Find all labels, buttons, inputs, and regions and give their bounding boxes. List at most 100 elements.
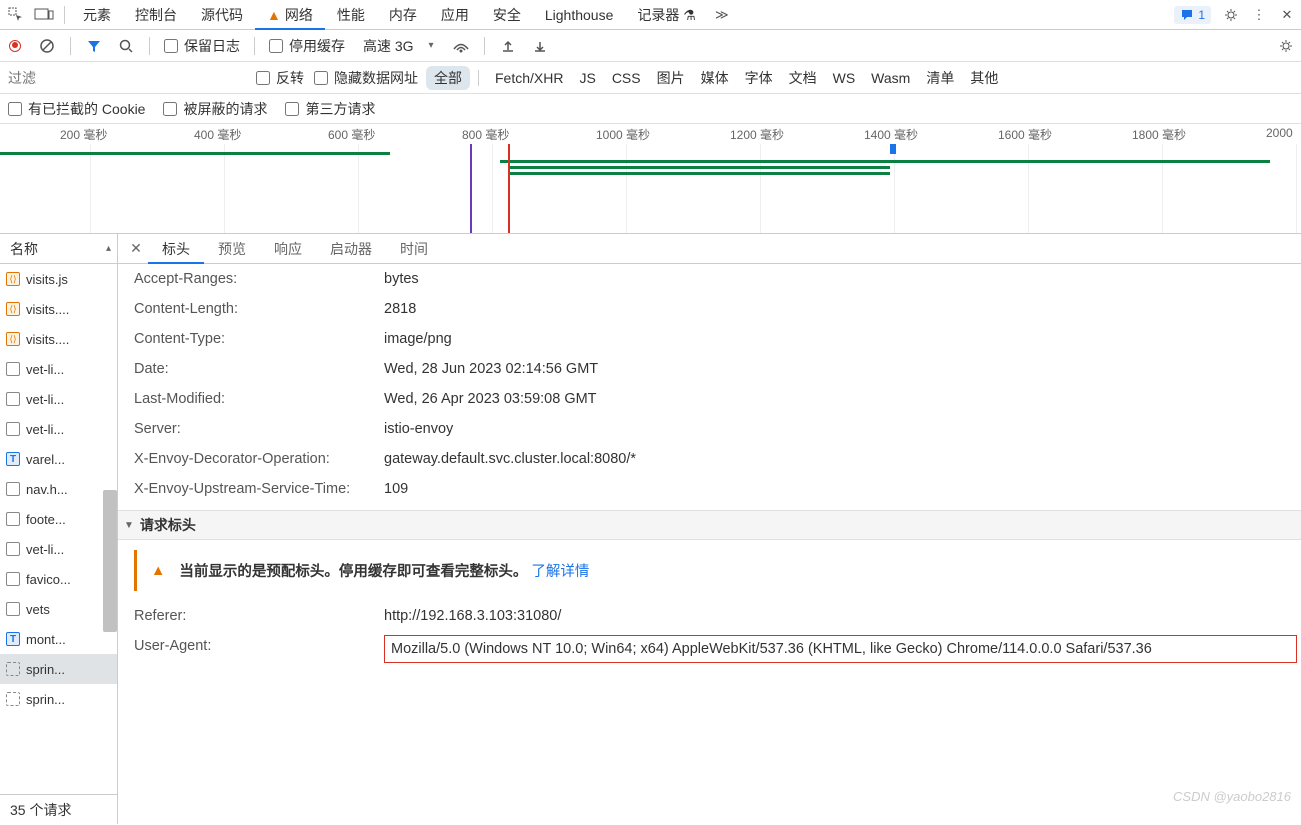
request-name: visits.... [26,302,69,317]
type-media[interactable]: 媒体 [693,66,737,90]
blocked-requests-checkbox[interactable]: 被屏蔽的请求 [163,99,267,119]
type-manifest[interactable]: 清单 [918,66,962,90]
request-list-body[interactable]: visits.jsvisits....visits....vet-li...ve… [0,264,117,794]
request-headers-section[interactable]: 请求标头 [118,510,1301,540]
type-img[interactable]: 图片 [649,66,693,90]
close-devtools-icon[interactable]: ✕ [1273,1,1301,29]
request-row[interactable]: sprin... [0,654,117,684]
tab-elements[interactable]: 元素 [71,0,123,30]
tab-console[interactable]: 控制台 [123,0,189,30]
tab-response[interactable]: 响应 [260,234,316,264]
timeline-tick: 600 毫秒 [328,126,375,143]
request-row[interactable]: sprin... [0,684,117,714]
network-conditions-icon[interactable] [452,37,470,55]
request-name: vet-li... [26,542,64,557]
request-row[interactable]: visits.... [0,294,117,324]
request-row[interactable]: favico... [0,564,117,594]
close-detail-icon[interactable]: ✕ [124,240,148,257]
download-har-icon[interactable] [531,37,549,55]
header-key: Accept-Ranges: [134,268,384,290]
tab-initiator[interactable]: 启动器 [316,234,386,264]
type-all[interactable]: 全部 [426,66,470,90]
settings-icon[interactable] [1217,1,1245,29]
tab-lighthouse[interactable]: Lighthouse [533,0,626,30]
request-row[interactable]: vet-li... [0,354,117,384]
request-row[interactable]: visits.... [0,324,117,354]
request-name: vet-li... [26,392,64,407]
request-name: favico... [26,572,71,587]
network-timeline[interactable]: 200 毫秒400 毫秒600 毫秒800 毫秒1000 毫秒1200 毫秒14… [0,124,1301,234]
name-column-header[interactable]: 名称 [0,234,117,264]
console-messages-badge[interactable]: 1 [1174,6,1211,24]
request-name: sprin... [26,692,65,707]
request-name: nav.h... [26,482,68,497]
disable-cache-checkbox[interactable]: 停用缓存 [269,36,345,56]
invert-checkbox[interactable]: 反转 [256,68,304,88]
search-icon[interactable] [117,37,135,55]
type-css[interactable]: CSS [604,68,649,88]
blocked-cookies-checkbox[interactable]: 有已拦截的 Cookie [8,99,145,119]
request-name: vet-li... [26,422,64,437]
request-count-footer: 35 个请求 [0,794,117,824]
header-row: X-Envoy-Upstream-Service-Time:109 [118,474,1301,504]
scrollbar-thumb[interactable] [103,490,117,632]
detail-body[interactable]: Accept-Ranges:bytesContent-Length:2818Co… [118,264,1301,824]
header-row: Accept-Ranges:bytes [118,264,1301,294]
device-toggle-icon[interactable] [30,1,58,29]
header-key: Content-Type: [134,328,384,350]
request-row[interactable]: vet-li... [0,384,117,414]
type-wasm[interactable]: Wasm [863,68,918,88]
tab-recorder[interactable]: 记录器 ⚗ [625,0,707,30]
record-button[interactable] [6,37,24,55]
request-row[interactable]: vets [0,594,117,624]
type-fetch[interactable]: Fetch/XHR [487,68,571,88]
request-row[interactable]: visits.js [0,264,117,294]
inspect-icon[interactable] [2,1,30,29]
throttle-select[interactable]: 高速 3G [359,34,438,58]
tab-preview[interactable]: 预览 [204,234,260,264]
file-type-icon [6,422,20,436]
request-row[interactable]: vet-li... [0,534,117,564]
flask-icon: ⚗ [683,7,696,23]
request-row[interactable]: foote... [0,504,117,534]
request-name: sprin... [26,662,65,677]
preserve-log-checkbox[interactable]: 保留日志 [164,36,240,56]
file-type-icon [6,692,20,706]
tab-memory[interactable]: 内存 [377,0,429,30]
learn-more-link[interactable]: 了解详情 [531,564,589,580]
tab-timing[interactable]: 时间 [386,234,442,264]
type-ws[interactable]: WS [825,68,864,88]
upload-har-icon[interactable] [499,37,517,55]
filter-toggle-icon[interactable] [85,37,103,55]
request-row[interactable]: mont... [0,624,117,654]
header-key: Content-Length: [134,298,384,320]
tab-performance[interactable]: 性能 [325,0,377,30]
network-settings-icon[interactable] [1277,37,1295,55]
type-other[interactable]: 其他 [962,66,1006,90]
kebab-menu-icon[interactable]: ⋮ [1245,1,1273,29]
timeline-tick: 800 毫秒 [462,126,509,143]
tab-security[interactable]: 安全 [481,0,533,30]
type-js[interactable]: JS [571,68,603,88]
request-row[interactable]: nav.h... [0,474,117,504]
filter-input[interactable] [0,65,256,91]
request-row[interactable]: vet-li... [0,414,117,444]
type-font[interactable]: 字体 [737,66,781,90]
timeline-bar [510,166,890,169]
request-row[interactable]: varel... [0,444,117,474]
detail-tabs: ✕ 标头 预览 响应 启动器 时间 [118,234,1301,264]
third-party-checkbox[interactable]: 第三方请求 [285,99,375,119]
header-key: X-Envoy-Decorator-Operation: [134,448,384,470]
tab-headers[interactable]: 标头 [148,234,204,264]
more-tabs-icon[interactable]: ≫ [708,1,736,29]
tab-application[interactable]: 应用 [429,0,481,30]
separator [484,37,485,55]
header-key: User-Agent: [134,635,384,663]
header-value: Wed, 26 Apr 2023 03:59:08 GMT [384,388,1301,410]
tab-network[interactable]: ▲网络 [255,0,325,30]
type-doc[interactable]: 文档 [781,66,825,90]
hide-data-urls-checkbox[interactable]: 隐藏数据网址 [314,68,418,88]
clear-button[interactable] [38,37,56,55]
tab-sources[interactable]: 源代码 [189,0,255,30]
separator [64,6,65,24]
